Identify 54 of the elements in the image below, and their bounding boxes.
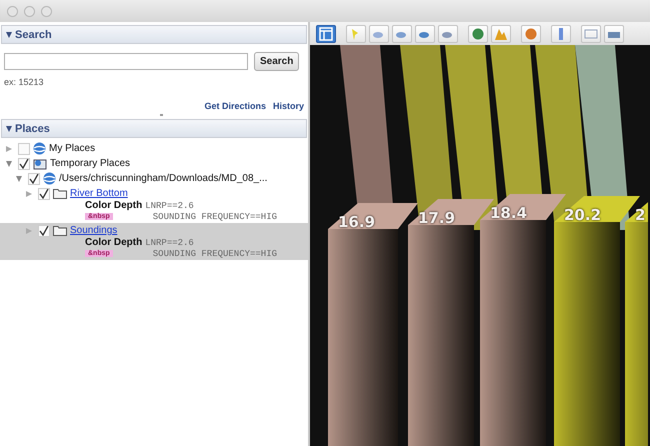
description-value: LNRP==2.6 (145, 238, 194, 248)
search-button[interactable]: Search (254, 52, 300, 71)
bar-value-label: 2 (635, 206, 646, 224)
item-label: Temporary Places (50, 158, 130, 169)
disclosure-triangle-icon[interactable] (6, 126, 12, 132)
tree-item[interactable]: /Users/chriscunningham/Downloads/MD_08_... (0, 171, 308, 186)
globe-icon (33, 142, 46, 155)
toolbar-button[interactable] (438, 24, 458, 42)
tree-item[interactable]: Temporary Places (0, 156, 308, 171)
description-label: Color Depth (85, 237, 142, 248)
minimize-window-button[interactable] (24, 6, 35, 16)
toolbar-button[interactable] (468, 24, 488, 42)
description-label: Color Depth (85, 200, 142, 211)
folder-link[interactable]: Soundings (70, 225, 118, 236)
toolbar-button[interactable] (316, 24, 336, 42)
folder-icon (53, 188, 67, 199)
checkbox[interactable] (18, 158, 30, 170)
zoom-window-button[interactable] (41, 6, 52, 16)
bar-value-label: 16.9 (338, 213, 376, 231)
bar-value-label: 17.9 (418, 209, 456, 227)
sidebar-icon (319, 26, 333, 40)
item-label: /Users/chriscunningham/Downloads/MD_08_... (59, 173, 268, 184)
folder-globe-icon (33, 158, 47, 170)
checkbox[interactable] (38, 224, 50, 236)
toolbar-button[interactable] (392, 24, 412, 42)
search-hint: ex: 15213 (3, 76, 45, 87)
toolbar-button[interactable] (415, 24, 435, 42)
description-value: SOUNDING FREQUENCY==HIG (152, 248, 278, 258)
envelope-icon (584, 26, 598, 40)
disclosure-triangle-icon[interactable] (6, 32, 12, 38)
section-header[interactable]: Places (1, 119, 307, 138)
toolbar-button[interactable] (521, 24, 541, 42)
resize-handle[interactable] (160, 114, 163, 116)
panel-link[interactable]: Get Directions (204, 101, 266, 111)
section-header[interactable]: Search (1, 25, 307, 44)
section-title: Search (15, 28, 52, 40)
checkbox[interactable] (28, 172, 40, 184)
toolbar-button[interactable] (551, 24, 571, 42)
panel-link[interactable]: History (272, 101, 304, 111)
disclosure-triangle-icon[interactable] (16, 176, 22, 182)
folder-icon (53, 225, 67, 236)
bar-value-label: 18.4 (490, 204, 528, 222)
description-value: LNRP==2.6 (145, 200, 194, 210)
close-window-button[interactable] (7, 6, 18, 16)
checkbox[interactable] (38, 188, 50, 200)
globe-icon (43, 172, 56, 185)
search-field[interactable] (4, 53, 248, 70)
toolbar-button[interactable] (604, 24, 624, 42)
item-label: My Places (49, 143, 96, 154)
bar-value-label: 20.2 (564, 206, 602, 224)
folder-link[interactable]: River Bottom (70, 188, 128, 199)
section-title: Places (15, 122, 50, 134)
disclosure-triangle-icon[interactable] (6, 160, 12, 166)
description-value: SOUNDING FREQUENCY==HIG (152, 212, 278, 222)
